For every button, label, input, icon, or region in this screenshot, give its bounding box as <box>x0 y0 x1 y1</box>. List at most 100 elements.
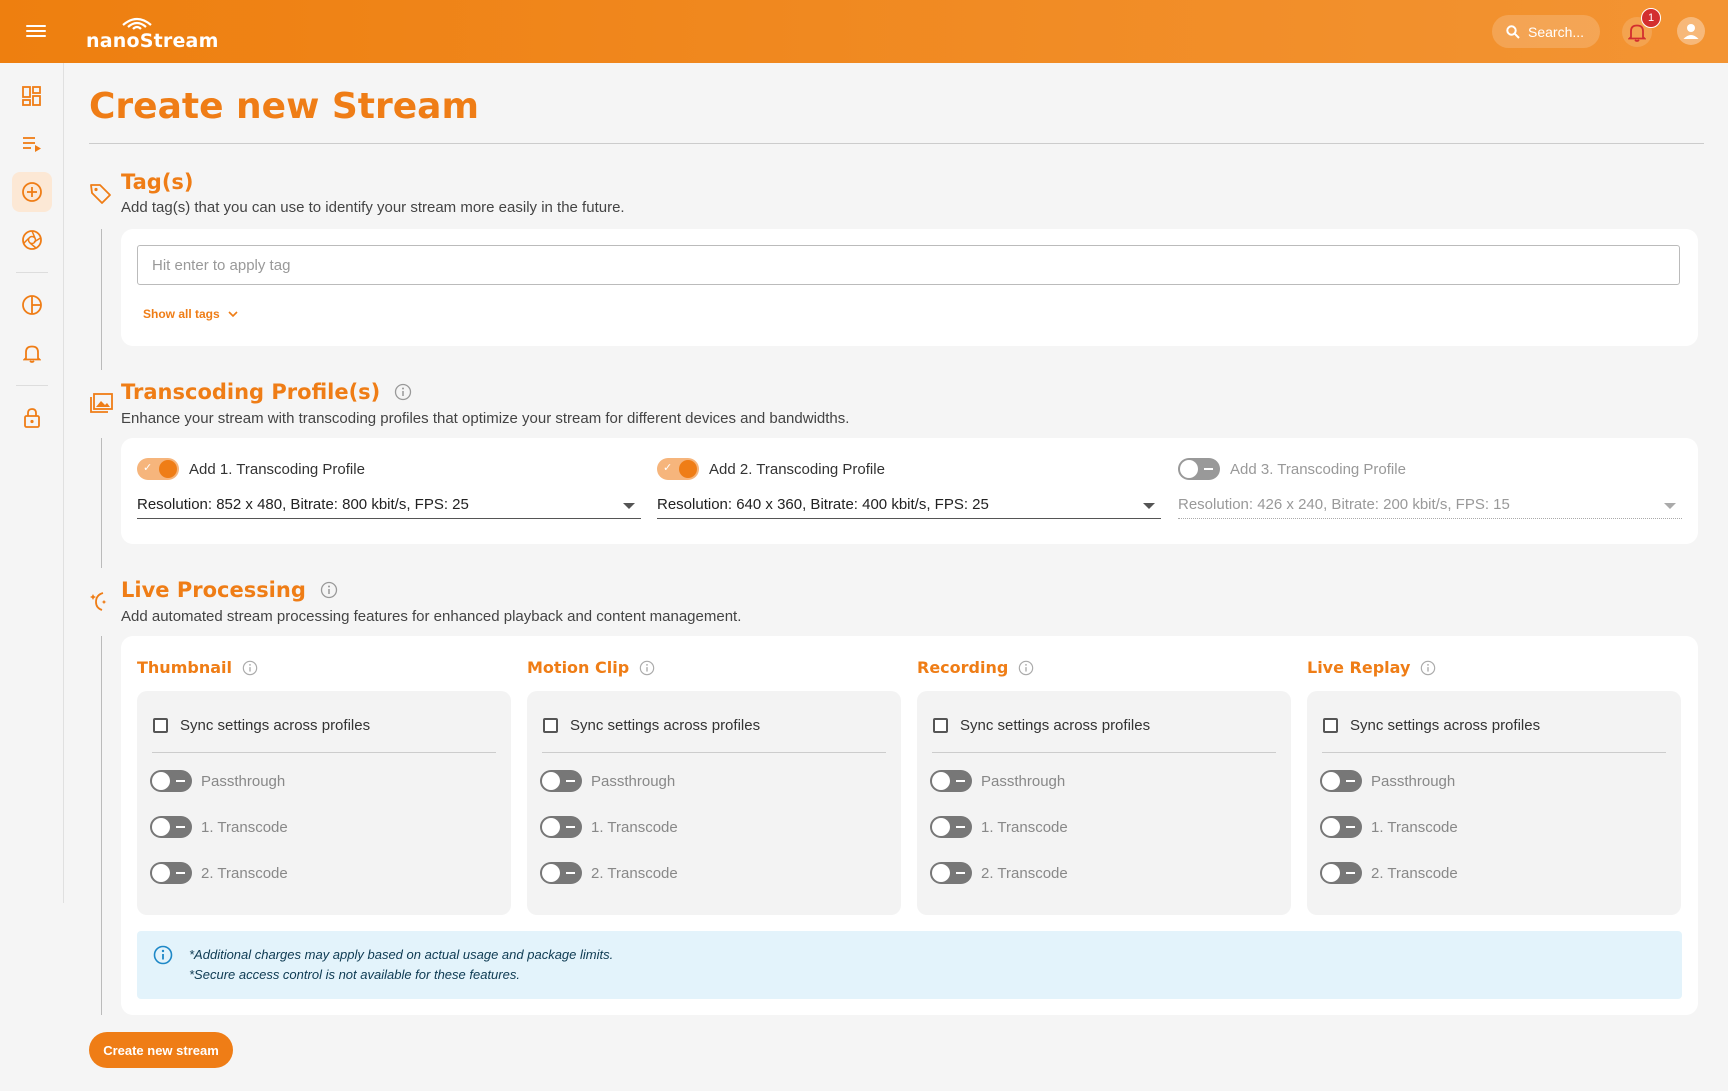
profile-2-select[interactable]: Resolution: 640 x 360, Bitrate: 400 kbit… <box>657 491 1161 519</box>
info-icon[interactable] <box>320 581 338 599</box>
transcoding-profile-3: Add 3. Transcoding Profile Resolution: 4… <box>1178 458 1682 519</box>
notice-line-1: *Additional charges may apply based on a… <box>189 947 614 962</box>
transcode-1-row: 1. Transcode <box>1320 816 1458 838</box>
transcoding-title-text: Transcoding Profile(s) <box>121 380 381 404</box>
feature-settings-box: Sync settings across profiles Passthroug… <box>527 691 901 915</box>
sync-settings-checkbox[interactable]: Sync settings across profiles <box>153 717 370 734</box>
transcode-1-row: 1. Transcode <box>150 816 288 838</box>
info-icon[interactable] <box>1018 660 1034 676</box>
nanostream-logo[interactable]: nanoStream <box>86 12 218 52</box>
sidebar <box>0 63 64 903</box>
menu-icon[interactable] <box>26 22 46 40</box>
profile-2-toggle[interactable]: ✓ <box>657 458 699 480</box>
feature-settings-box: Sync settings across profiles Passthroug… <box>137 691 511 915</box>
divider <box>542 752 886 753</box>
sidebar-item-streams[interactable] <box>12 124 52 164</box>
passthrough-toggle[interactable] <box>150 770 192 792</box>
profile-1-label: Add 1. Transcoding Profile <box>189 460 365 478</box>
tags-description: Add tag(s) that you can use to identify … <box>121 199 625 216</box>
transcode-1-toggle[interactable] <box>1320 816 1362 838</box>
transcode-2-toggle[interactable] <box>540 862 582 884</box>
sidebar-item-analytics[interactable] <box>12 285 52 325</box>
row-label: Passthrough <box>201 772 286 790</box>
search-box[interactable] <box>1492 15 1600 48</box>
sidebar-item-security[interactable] <box>12 398 52 438</box>
row-label: 1. Transcode <box>981 818 1068 836</box>
sidebar-item-alerts[interactable] <box>12 333 52 373</box>
dropdown-arrow-icon <box>1143 503 1155 509</box>
wifi-logo-icon <box>122 17 152 30</box>
auto-magic-icon <box>89 590 111 617</box>
sync-label: Sync settings across profiles <box>180 717 371 734</box>
profile-1-toggle[interactable]: ✓ <box>137 458 179 480</box>
feature-title: Live Replay <box>1307 658 1436 677</box>
transcode-2-toggle[interactable] <box>930 862 972 884</box>
tags-card: Show all tags <box>121 229 1698 346</box>
feature-title-text: Thumbnail <box>137 658 232 677</box>
passthrough-toggle[interactable] <box>1320 770 1362 792</box>
transcoding-card: ✓ Add 1. Transcoding Profile Resolution:… <box>121 438 1698 544</box>
feature-title: Thumbnail <box>137 658 258 677</box>
info-icon[interactable] <box>242 660 258 676</box>
row-label: 1. Transcode <box>1371 818 1458 836</box>
tags-title-text: Tag(s) <box>121 170 194 194</box>
transcode-1-toggle[interactable] <box>930 816 972 838</box>
transcode-1-toggle[interactable] <box>540 816 582 838</box>
transcode-2-row: 2. Transcode <box>930 862 1068 884</box>
alerts-bell-icon <box>23 345 41 363</box>
passthrough-row: Passthrough <box>930 770 1065 792</box>
profile-3-select[interactable]: Resolution: 426 x 240, Bitrate: 200 kbit… <box>1178 491 1682 519</box>
info-icon[interactable] <box>394 383 412 401</box>
live-processing-description: Add automated stream processing features… <box>121 608 742 625</box>
search-input[interactable] <box>1528 23 1598 40</box>
sidebar-item-live[interactable] <box>12 220 52 260</box>
info-icon[interactable] <box>639 660 655 676</box>
live-processing-section-title: Live Processing <box>121 578 338 602</box>
profile-1-value: Resolution: 852 x 480, Bitrate: 800 kbit… <box>137 496 469 513</box>
passthrough-toggle[interactable] <box>540 770 582 792</box>
notification-badge: 1 <box>1641 8 1661 28</box>
live-processing-card: Thumbnail Sync settings across profiles … <box>121 636 1698 1015</box>
divider <box>932 752 1276 753</box>
profile-2-label: Add 2. Transcoding Profile <box>709 460 885 478</box>
transcode-2-row: 2. Transcode <box>1320 862 1458 884</box>
divider <box>152 752 496 753</box>
create-new-stream-button[interactable]: Create new stream <box>89 1032 233 1068</box>
sidebar-item-create-stream[interactable] <box>12 172 52 212</box>
tags-section-title: Tag(s) <box>121 170 194 194</box>
transcode-2-toggle[interactable] <box>150 862 192 884</box>
add-circle-icon <box>22 182 42 202</box>
transcode-2-toggle[interactable] <box>1320 862 1362 884</box>
tag-input[interactable] <box>137 245 1680 285</box>
profile-3-label: Add 3. Transcoding Profile <box>1230 460 1406 478</box>
show-all-tags-toggle[interactable]: Show all tags <box>143 307 238 321</box>
profile-3-toggle[interactable] <box>1178 458 1220 480</box>
photo-library-icon <box>89 392 114 419</box>
logo-text: nanoStream <box>86 30 219 52</box>
row-label: Passthrough <box>1371 772 1456 790</box>
checkbox-icon <box>153 718 168 733</box>
checkbox-icon <box>1323 718 1338 733</box>
charges-notice: *Additional charges may apply based on a… <box>137 931 1682 999</box>
sync-settings-checkbox[interactable]: Sync settings across profiles <box>933 717 1150 734</box>
row-label: 2. Transcode <box>1371 864 1458 882</box>
passthrough-toggle[interactable] <box>930 770 972 792</box>
sync-settings-checkbox[interactable]: Sync settings across profiles <box>1323 717 1540 734</box>
transcode-1-toggle[interactable] <box>150 816 192 838</box>
row-label: Passthrough <box>591 772 676 790</box>
feature-settings-box: Sync settings across profiles Passthroug… <box>1307 691 1681 915</box>
feature-title-text: Recording <box>917 658 1009 677</box>
profile-3-value: Resolution: 426 x 240, Bitrate: 200 kbit… <box>1178 496 1510 513</box>
sidebar-item-dashboard[interactable] <box>12 76 52 116</box>
section-connector-line <box>101 438 102 568</box>
info-icon[interactable] <box>1420 660 1436 676</box>
transcode-2-row: 2. Transcode <box>540 862 678 884</box>
profile-1-select[interactable]: Resolution: 852 x 480, Bitrate: 800 kbit… <box>137 491 641 519</box>
passthrough-row: Passthrough <box>540 770 675 792</box>
aperture-icon <box>22 230 42 250</box>
feature-title: Motion Clip <box>527 658 655 677</box>
sync-settings-checkbox[interactable]: Sync settings across profiles <box>543 717 760 734</box>
feature-settings-box: Sync settings across profiles Passthroug… <box>917 691 1291 915</box>
user-avatar-button[interactable] <box>1677 17 1705 45</box>
analytics-icon <box>22 295 42 315</box>
